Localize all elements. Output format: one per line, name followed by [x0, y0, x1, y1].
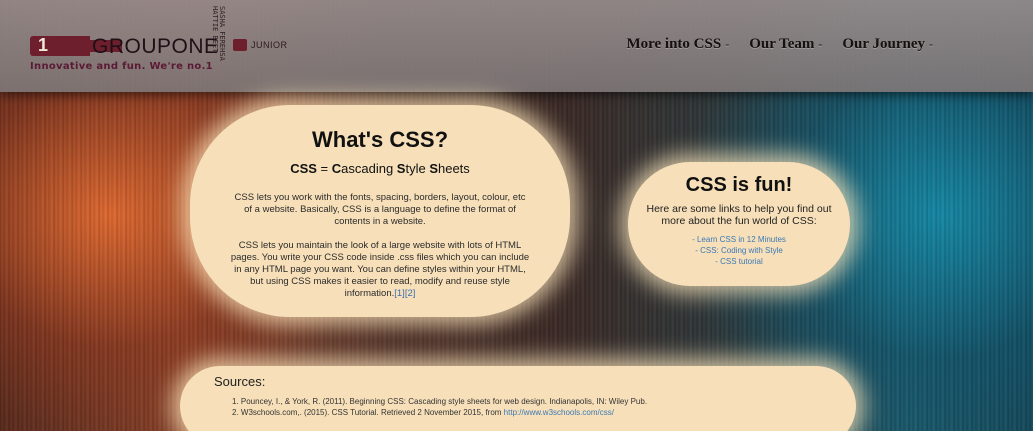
source-item: 1. Pouncey, I., & York, R. (2011). Begin… [232, 396, 647, 407]
nav-more-into-css[interactable]: More into CSS - [626, 36, 729, 53]
acronym-word: heets [437, 161, 470, 176]
acronym-word: tyle [405, 161, 430, 176]
source-text: 2. W3schools.com,. (2015). CSS Tutorial.… [232, 408, 504, 417]
acronym-c: C [331, 161, 342, 176]
nav-label: Our Team [749, 36, 815, 52]
fun-title: CSS is fun! [685, 174, 793, 196]
page-title: What's CSS? [311, 127, 449, 152]
nav-label: Our Journey [842, 36, 925, 52]
citation-link-2[interactable]: [2] [405, 288, 416, 299]
logo-number: 1 [37, 35, 48, 55]
fun-intro: Here are some links to help you find out… [646, 203, 832, 227]
acronym-equals: = [316, 161, 332, 176]
fun-links: - Learn CSS in 12 Minutes - CSS: Coding … [628, 234, 850, 267]
acronym-s: S [429, 161, 438, 176]
link-learn-css-12-minutes[interactable]: - Learn CSS in 12 Minutes [628, 234, 850, 245]
source-text: 1. Pouncey, I., & York, R. (2011). Begin… [232, 397, 648, 406]
source-item: 2. W3schools.com,. (2015). CSS Tutorial.… [232, 407, 647, 418]
css-description-2-text: CSS lets you maintain the look of a larg… [230, 240, 530, 299]
page: 1 GROUPONE JUNIOR SASHA FEREHSA HATTIE B… [0, 0, 1033, 431]
citation-link-1[interactable]: [1] [394, 288, 405, 299]
acronym-word: ascading [341, 161, 397, 176]
sources-card: Sources: 1. Pouncey, I., & York, R. (201… [180, 366, 856, 431]
css-acronym: CSS = Cascading Style Sheets [190, 161, 570, 176]
main-nav: More into CSS - Our Team - Our Journey - [626, 36, 933, 53]
sources-list: 1. Pouncey, I., & York, R. (2011). Begin… [232, 396, 647, 418]
logo-brand: GROUPONE [92, 35, 219, 58]
dropdown-caret-icon: - [818, 37, 823, 51]
logo-junior: JUNIOR [251, 40, 288, 50]
css-description-1: CSS lets you work with the fonts, spacin… [234, 192, 526, 227]
tagline: Innovative and fun. We're no.1 [30, 61, 213, 72]
nav-label: More into CSS [626, 36, 722, 52]
acronym-css: CSS [290, 161, 317, 176]
whats-css-card: What's CSS? CSS = Cascading Style Sheets… [190, 105, 570, 317]
sources-title: Sources: [214, 374, 266, 389]
nav-our-journey[interactable]: Our Journey - [842, 36, 933, 53]
logo-cap-icon [233, 39, 247, 51]
w3schools-link[interactable]: http://www.w3schools.com/css/ [504, 408, 614, 417]
nav-our-team[interactable]: Our Team - [749, 36, 822, 53]
groupone-logo[interactable]: 1 GROUPONE JUNIOR SASHA FEREHSA HATTIE B… [30, 6, 310, 86]
css-description-2: CSS lets you maintain the look of a larg… [230, 240, 530, 300]
css-is-fun-card: CSS is fun! Here are some links to help … [628, 162, 850, 286]
link-css-tutorial[interactable]: - CSS tutorial [628, 256, 850, 267]
dropdown-caret-icon: - [725, 37, 730, 51]
link-css-coding-with-style[interactable]: - CSS: Coding with Style [628, 245, 850, 256]
site-header: 1 GROUPONE JUNIOR SASHA FEREHSA HATTIE B… [0, 0, 1033, 92]
dropdown-caret-icon: - [929, 37, 933, 51]
